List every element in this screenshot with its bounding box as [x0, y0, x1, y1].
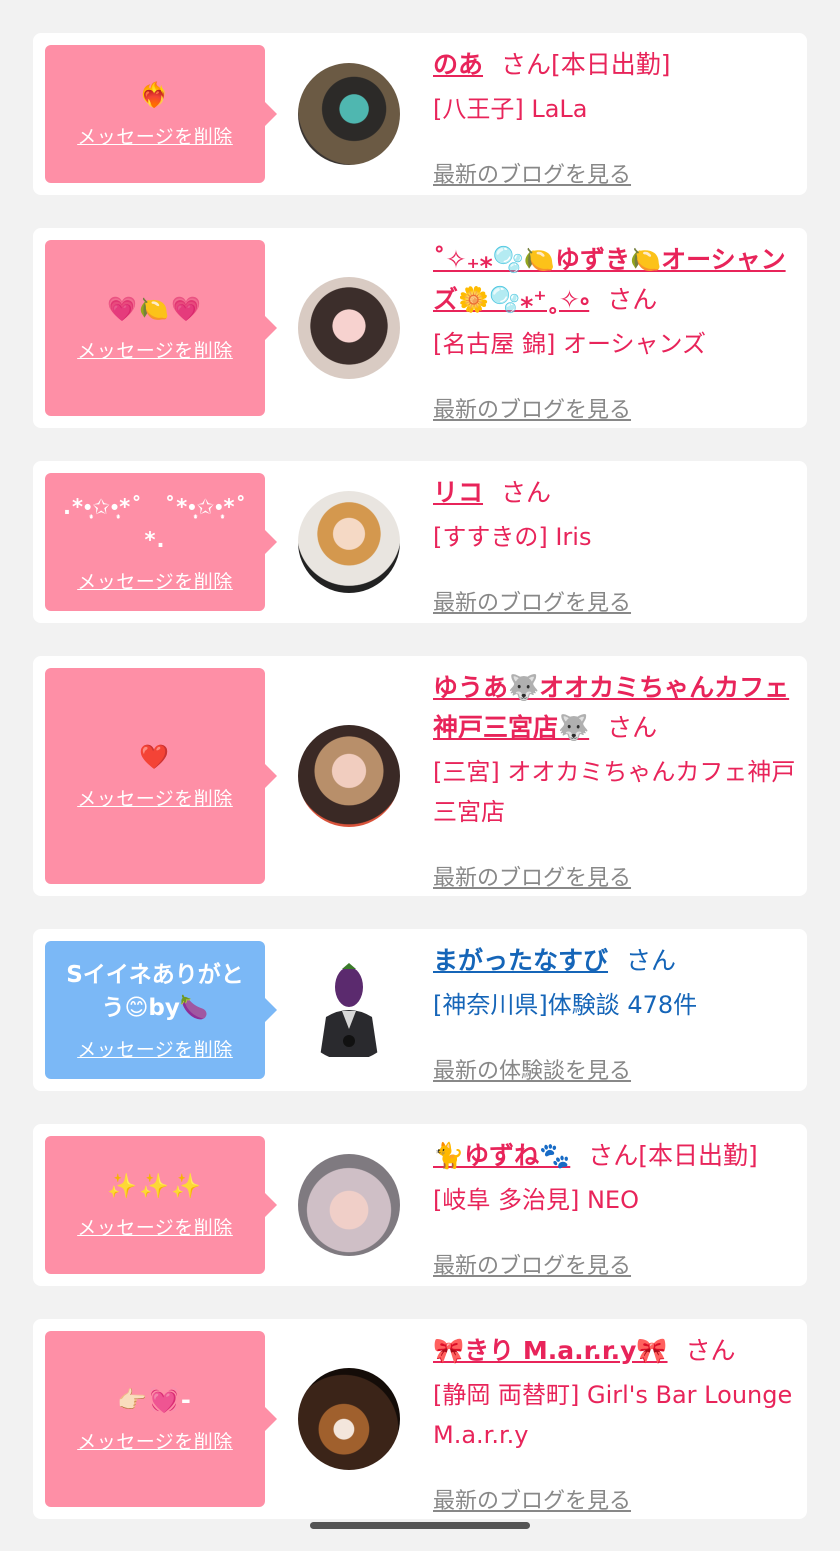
avatar[interactable] — [298, 725, 400, 827]
cast-name-link[interactable]: リコ — [433, 478, 483, 507]
message-bubble: 💗🍋💗 メッセージを削除 — [45, 240, 277, 416]
cast-name-link[interactable]: 🎀きり M.a.r.r.y🎀 — [433, 1336, 668, 1365]
message-text: ❤️‍🔥 — [139, 81, 171, 109]
card-info: まがったなすび さん [神奈川県]体験談 478件 最新の体験談を見る — [433, 941, 797, 1084]
cast-name-link[interactable]: のあ — [433, 50, 483, 79]
location-text: [静岡 両替町] Girl's Bar Lounge M.a.r.r.y — [433, 1381, 793, 1449]
card-info: 🐈ゆずね🐾 さん[本日出勤] [岐阜 多治見] NEO 最新のブログを見る — [433, 1136, 797, 1279]
list-item: Sイイネありがとう😊by🍆 メッセージを削除 まがったなすび さん [神奈川県]体… — [33, 929, 807, 1091]
honorific-label: さん — [626, 946, 677, 975]
message-bubble: .*•̩̩͙✩•̩̩͙*˚ ˚*•̩̩͙✩•̩̩͙*˚*. メッセージを削除 — [45, 473, 277, 611]
eggplant-icon — [320, 963, 378, 1057]
delete-message-link[interactable]: メッセージを削除 — [77, 784, 233, 811]
location-text: [すすきの] Iris — [433, 523, 592, 551]
avatar[interactable] — [298, 277, 400, 379]
user-name-link[interactable]: まがったなすび — [433, 946, 608, 975]
message-bubble: 👉🏻💓- メッセージを削除 — [45, 1331, 277, 1507]
delete-message-link[interactable]: メッセージを削除 — [77, 1035, 233, 1062]
message-bubble: Sイイネありがとう😊by🍆 メッセージを削除 — [45, 941, 277, 1079]
latest-blog-link[interactable]: 最新のブログを見る — [433, 860, 631, 892]
message-text: Sイイネありがとう😊by🍆 — [66, 961, 244, 1021]
delete-message-link[interactable]: メッセージを削除 — [77, 336, 233, 363]
list-item: ❤️ メッセージを削除 ゆうあ🐺オオカミちゃんカフェ神戸三宮店🐺 さん [三宮] … — [33, 656, 807, 896]
honorific-label: さん — [588, 1141, 639, 1170]
honorific-label: さん — [685, 1336, 736, 1365]
delete-message-link[interactable]: メッセージを削除 — [77, 122, 233, 149]
card-info: のあ さん[本日出勤] [八王子] LaLa 最新のブログを見る — [433, 45, 797, 188]
honorific-label: さん — [501, 50, 552, 79]
honorific-label: さん — [607, 713, 658, 742]
status-badge: [本日出勤] — [638, 1141, 758, 1170]
list-item: 💗🍋💗 メッセージを削除 ˚✧₊⁎🫧🍋ゆずき🍋オーシャンズ🌼🫧⁎⁺˳✧༚ さん [… — [33, 228, 807, 428]
location-text: [三宮] オオカミちゃんカフェ神戸三宮店 — [433, 758, 796, 826]
home-indicator[interactable] — [310, 1522, 530, 1529]
card-info: リコ さん [すすきの] Iris 最新のブログを見る — [433, 473, 797, 616]
latest-blog-link[interactable]: 最新のブログを見る — [433, 1483, 631, 1515]
list-item: ✨✨✨ メッセージを削除 🐈ゆずね🐾 さん[本日出勤] [岐阜 多治見] NEO … — [33, 1124, 807, 1286]
honorific-label: さん — [607, 285, 658, 314]
card-info: ゆうあ🐺オオカミちゃんカフェ神戸三宮店🐺 さん [三宮] オオカミちゃんカフェ神戸… — [433, 668, 797, 891]
message-text: 👉🏻💓- — [117, 1386, 193, 1414]
latest-blog-link[interactable]: 最新のブログを見る — [433, 1248, 631, 1280]
latest-review-link[interactable]: 最新の体験談を見る — [433, 1053, 631, 1085]
latest-blog-link[interactable]: 最新のブログを見る — [433, 585, 631, 617]
delete-message-link[interactable]: メッセージを削除 — [77, 567, 233, 594]
latest-blog-link[interactable]: 最新のブログを見る — [433, 157, 631, 189]
message-bubble: ✨✨✨ メッセージを削除 — [45, 1136, 277, 1274]
avatar[interactable] — [298, 63, 400, 165]
avatar[interactable] — [298, 1154, 400, 1256]
card-info: ˚✧₊⁎🫧🍋ゆずき🍋オーシャンズ🌼🫧⁎⁺˳✧༚ さん [名古屋 錦] オーシャンズ… — [433, 240, 797, 423]
cast-name-link[interactable]: 🐈ゆずね🐾 — [433, 1141, 570, 1170]
list-item: 👉🏻💓- メッセージを削除 🎀きり M.a.r.r.y🎀 さん [静岡 両替町] … — [33, 1319, 807, 1519]
message-bubble: ❤️‍🔥 メッセージを削除 — [45, 45, 277, 183]
honorific-label: さん — [501, 478, 552, 507]
delete-message-link[interactable]: メッセージを削除 — [77, 1427, 233, 1454]
avatar[interactable] — [298, 1368, 400, 1470]
message-text: ✨✨✨ — [107, 1172, 203, 1200]
message-text: .*•̩̩͙✩•̩̩͙*˚ ˚*•̩̩͙✩•̩̩͙*˚*. — [62, 494, 247, 552]
list-item: ❤️‍🔥 メッセージを削除 のあ さん[本日出勤] [八王子] LaLa 最新のブ… — [33, 33, 807, 195]
message-text: 💗🍋💗 — [107, 295, 203, 323]
list-item: .*•̩̩͙✩•̩̩͙*˚ ˚*•̩̩͙✩•̩̩͙*˚*. メッセージを削除 リ… — [33, 461, 807, 623]
latest-blog-link[interactable]: 最新のブログを見る — [433, 392, 631, 424]
avatar[interactable] — [298, 959, 400, 1061]
location-text: [岐阜 多治見] NEO — [433, 1186, 639, 1214]
status-badge: [本日出勤] — [551, 50, 671, 79]
card-info: 🎀きり M.a.r.r.y🎀 さん [静岡 両替町] Girl's Bar Lou… — [433, 1331, 797, 1514]
delete-message-link[interactable]: メッセージを削除 — [77, 1213, 233, 1240]
location-text: [八王子] LaLa — [433, 95, 588, 123]
location-text: [名古屋 錦] オーシャンズ — [433, 330, 707, 358]
avatar[interactable] — [298, 491, 400, 593]
message-text: ❤️ — [139, 743, 171, 771]
message-bubble: ❤️ メッセージを削除 — [45, 668, 277, 884]
location-text: [神奈川県]体験談 478件 — [433, 991, 698, 1019]
